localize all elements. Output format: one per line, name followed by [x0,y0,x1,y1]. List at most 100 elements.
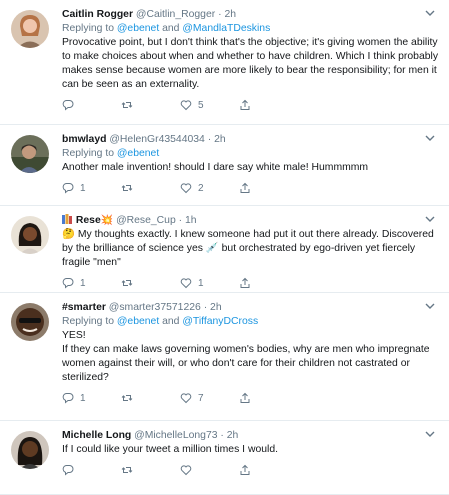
like-button[interactable]: 1 [180,277,239,289]
replying-to: Replying to @ebenet and @MandlaTDeskins [62,22,439,36]
retweet-icon [121,185,133,191]
tweet-header: Caitlin Rogger @Caitlin_Rogger · 2h [62,8,439,22]
share-button[interactable] [239,392,298,404]
reply-button[interactable]: 1 [62,392,121,404]
avatar[interactable] [11,303,49,341]
tweet-actions: 1 7 [62,391,439,405]
share-icon [240,99,250,110]
separator-dot: · [203,302,208,313]
reply-button[interactable]: 1 [62,277,121,289]
display-name[interactable]: Caitlin Rogger [62,9,133,20]
tweet-header: Michelle Long @MichelleLong73 · 2h [62,429,439,443]
replying-to: Replying to @ebenet [62,147,439,161]
tweet-text: 🤔 My thoughts exactly. I knew someone ha… [62,228,439,270]
timestamp[interactable]: 2h [210,302,222,313]
share-button[interactable] [239,99,298,111]
tweet-text: Provocative point, but I don't think tha… [62,37,439,90]
share-icon [240,182,250,193]
mention-link[interactable]: @ebenet [117,23,159,34]
share-button[interactable] [239,277,298,289]
reply-button[interactable] [62,464,121,476]
like-button[interactable]: 5 [180,99,239,111]
and-label: and [162,316,180,327]
mention-link[interactable]: @ebenet [117,316,159,327]
timestamp[interactable]: 2h [227,430,239,441]
reply-button[interactable] [62,99,121,111]
tweet-header: #smarter @smarter37571226 · 2h [62,301,439,315]
like-button[interactable]: 7 [180,392,239,404]
tweet-feed: Caitlin Rogger @Caitlin_Rogger · 2h Repl… [0,0,449,495]
display-name[interactable]: bmwlayd [62,134,106,145]
reply-icon [62,393,74,404]
mention-link[interactable]: @TiffanyDCross [182,316,258,327]
tweet[interactable]: Rese💥 @Rese_Cup · 1h 🤔 My thoughts exact… [0,206,449,293]
chevron-down-icon[interactable] [423,301,437,311]
user-handle[interactable]: @MichelleLong73 [134,430,217,441]
retweet-icon [121,280,133,286]
retweet-button[interactable] [121,464,180,476]
like-count: 1 [198,277,204,289]
reply-icon [62,278,74,289]
timestamp[interactable]: 2h [214,134,226,145]
reply-count: 1 [80,392,86,404]
reply-button[interactable]: 1 [62,182,121,194]
tweet[interactable]: #smarter @smarter37571226 · 2h Replying … [0,293,449,421]
chevron-down-icon[interactable] [423,429,437,439]
heart-icon [180,100,192,111]
user-handle[interactable]: @HelenGr43544034 [109,134,204,145]
display-name[interactable]: Michelle Long [62,430,131,441]
tweet[interactable]: Michelle Long @MichelleLong73 · 2h If I … [0,421,449,495]
share-button[interactable] [239,464,298,476]
tweet-header: Rese💥 @Rese_Cup · 1h [62,214,439,228]
share-icon [240,392,250,403]
books-icon [62,214,72,224]
thinking-emoji-icon: 🤔 [62,229,75,240]
tweet-actions [62,463,439,477]
replying-to: Replying to @ebenet and @TiffanyDCross [62,315,439,329]
separator-dot: · [218,9,222,20]
replying-label: Replying to [62,23,114,34]
chevron-down-icon[interactable] [423,133,437,143]
reply-count: 1 [80,277,86,289]
timestamp[interactable]: 2h [224,9,236,20]
reply-icon [62,183,74,194]
retweet-button[interactable] [121,392,180,404]
tweet-actions: 1 2 [62,181,439,195]
share-icon [240,464,250,475]
separator-dot: · [207,134,212,145]
tweet-text: If I could like your tweet a million tim… [62,444,278,455]
user-handle[interactable]: @Rese_Cup [116,215,176,226]
and-label: and [162,23,180,34]
user-handle[interactable]: @smarter37571226 [109,302,201,313]
avatar[interactable] [11,10,49,48]
tweet[interactable]: bmwlayd @HelenGr43544034 · 2h Replying t… [0,125,449,206]
mention-link[interactable]: @ebenet [117,148,159,159]
mention-link[interactable]: @MandlaTDeskins [182,23,270,34]
like-button[interactable] [180,464,239,476]
retweet-button[interactable] [121,182,180,194]
tweet-actions: 5 [62,98,439,112]
avatar[interactable] [11,431,49,469]
replying-label: Replying to [62,316,114,327]
replying-label: Replying to [62,148,114,159]
avatar[interactable] [11,135,49,173]
display-name[interactable]: #smarter [62,302,106,313]
like-count: 5 [198,99,204,111]
retweet-button[interactable] [121,99,180,111]
chevron-down-icon[interactable] [423,214,437,224]
chevron-down-icon[interactable] [423,8,437,18]
timestamp[interactable]: 1h [185,215,197,226]
like-button[interactable]: 2 [180,182,239,194]
heart-icon [180,393,192,404]
tweet-actions: 1 1 [62,276,439,290]
separator-dot: · [178,215,183,226]
like-count: 7 [198,392,204,404]
display-name[interactable]: Rese [76,215,101,226]
retweet-icon [121,102,133,108]
avatar[interactable] [11,216,49,254]
reply-icon [62,465,74,476]
share-button[interactable] [239,182,298,194]
retweet-button[interactable] [121,277,180,289]
tweet[interactable]: Caitlin Rogger @Caitlin_Rogger · 2h Repl… [0,0,449,125]
user-handle[interactable]: @Caitlin_Rogger [136,9,215,20]
